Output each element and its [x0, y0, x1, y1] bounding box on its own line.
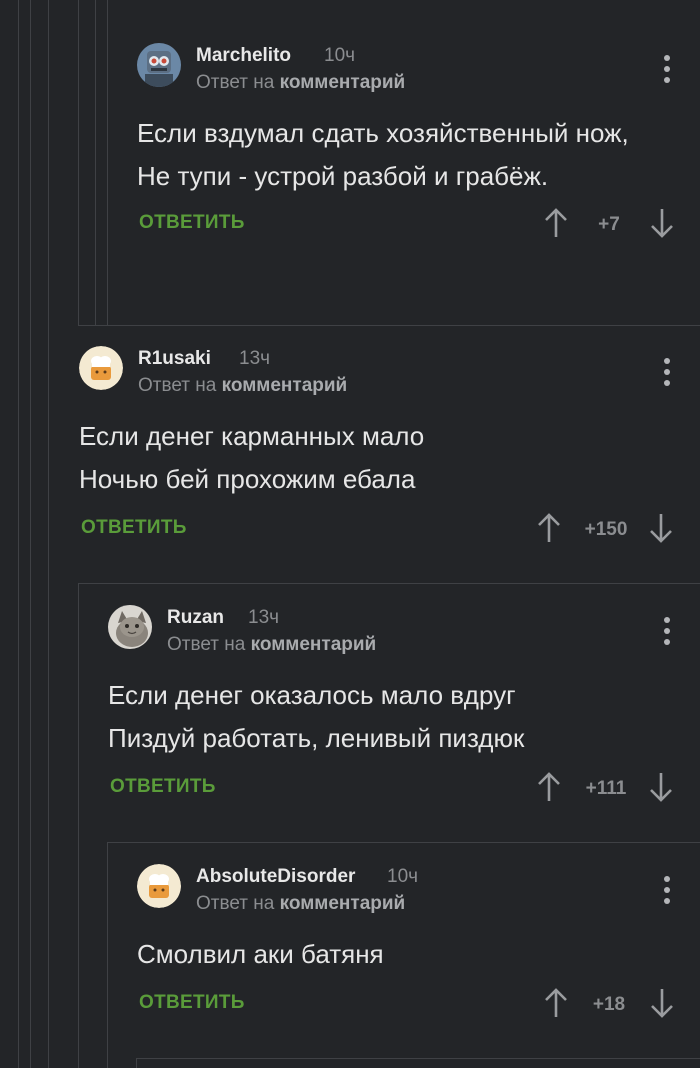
reply-to-prefix: Ответ на — [138, 375, 217, 396]
timestamp: 10ч — [387, 866, 419, 887]
thread-divider — [78, 583, 700, 584]
thread-line — [30, 0, 31, 1068]
reply-to-link[interactable]: комментарий — [280, 893, 406, 914]
score: +150 — [584, 519, 628, 540]
comment-header: R1usaki 13ч Ответ на комментарий — [79, 346, 700, 406]
more-options-icon[interactable] — [664, 55, 670, 85]
thread-divider — [136, 1058, 700, 1059]
reply-to-link[interactable]: комментарий — [222, 375, 348, 396]
downvote-icon[interactable] — [648, 771, 674, 803]
comment: AbsoluteDisorder 10ч Ответ на комментари… — [137, 864, 700, 1024]
comment-text: Смолвил аки батяня — [137, 939, 384, 969]
comment: Marchelito 10ч Ответ на комментарий Если… — [137, 43, 700, 244]
vote-controls: +7 — [543, 204, 683, 244]
thread-line — [48, 0, 49, 1068]
thread-divider — [78, 325, 700, 326]
reply-button[interactable]: ОТВЕТИТЬ — [139, 992, 245, 1014]
score: +18 — [592, 994, 626, 1015]
reply-to: Ответ на комментарий — [196, 893, 405, 915]
score: +111 — [585, 778, 627, 799]
reply-to-prefix: Ответ на — [167, 634, 246, 655]
reply-to-link[interactable]: комментарий — [251, 634, 377, 655]
downvote-icon[interactable] — [649, 207, 675, 239]
thread-line — [107, 0, 108, 325]
comment-text: Если денег карманных мало Ночью бей прох… — [79, 421, 425, 494]
reply-button[interactable]: ОТВЕТИТЬ — [110, 776, 216, 798]
thread-divider — [107, 842, 700, 843]
reply-to-link[interactable]: комментарий — [280, 72, 406, 93]
vote-controls: +150 — [536, 509, 684, 549]
vote-controls: +18 — [543, 984, 683, 1024]
downvote-icon[interactable] — [648, 512, 674, 544]
vote-controls: +111 — [536, 768, 684, 808]
reply-to: Ответ на комментарий — [167, 634, 376, 656]
more-options-icon[interactable] — [664, 617, 670, 647]
reply-button[interactable]: ОТВЕТИТЬ — [81, 517, 187, 539]
cat-avatar[interactable] — [108, 605, 152, 649]
username[interactable]: Ruzan — [167, 607, 224, 629]
comment-text: Если вздумал сдать хозяйственный нож, Не… — [137, 118, 629, 191]
thread-line — [18, 0, 19, 1068]
comment-actions: ОТВЕТИТЬ +18 — [137, 984, 700, 1024]
username[interactable]: R1usaki — [138, 348, 211, 370]
comment-actions: ОТВЕТИТЬ +111 — [108, 768, 700, 808]
comment: R1usaki 13ч Ответ на комментарий Если де… — [79, 346, 700, 549]
thread-line — [107, 842, 108, 1068]
more-options-icon[interactable] — [664, 358, 670, 388]
thread-line — [95, 0, 96, 325]
thread-line — [78, 0, 79, 325]
username[interactable]: AbsoluteDisorder — [196, 866, 355, 888]
comment-text: Если денег оказалось мало вдруг Пиздуй р… — [108, 680, 525, 753]
reply-to-prefix: Ответ на — [196, 72, 275, 93]
upvote-icon[interactable] — [536, 771, 562, 803]
reply-to: Ответ на комментарий — [138, 375, 347, 397]
upvote-icon[interactable] — [543, 207, 569, 239]
comment-header: AbsoluteDisorder 10ч Ответ на комментари… — [137, 864, 700, 924]
reply-button[interactable]: ОТВЕТИТЬ — [139, 212, 245, 234]
score: +7 — [598, 214, 620, 235]
timestamp: 13ч — [239, 348, 271, 369]
timestamp: 10ч — [324, 45, 356, 66]
reply-to: Ответ на комментарий — [196, 72, 405, 94]
reply-to-prefix: Ответ на — [196, 893, 275, 914]
comment-actions: ОТВЕТИТЬ +150 — [79, 509, 700, 549]
comment-header: Ruzan 13ч Ответ на комментарий — [108, 605, 700, 665]
upvote-icon[interactable] — [536, 512, 562, 544]
default-chef-avatar[interactable] — [137, 864, 181, 908]
thread-line — [136, 1058, 137, 1068]
upvote-icon[interactable] — [543, 987, 569, 1019]
comment-actions: ОТВЕТИТЬ +7 — [137, 204, 700, 244]
thread-line — [78, 583, 79, 1068]
downvote-icon[interactable] — [649, 987, 675, 1019]
default-chef-avatar[interactable] — [79, 346, 123, 390]
comment-header: Marchelito 10ч Ответ на комментарий — [137, 43, 700, 103]
username[interactable]: Marchelito — [196, 45, 291, 67]
comment: Ruzan 13ч Ответ на комментарий Если дене… — [108, 605, 700, 808]
timestamp: 13ч — [248, 607, 280, 628]
more-options-icon[interactable] — [664, 876, 670, 906]
robot-avatar[interactable] — [137, 43, 181, 87]
